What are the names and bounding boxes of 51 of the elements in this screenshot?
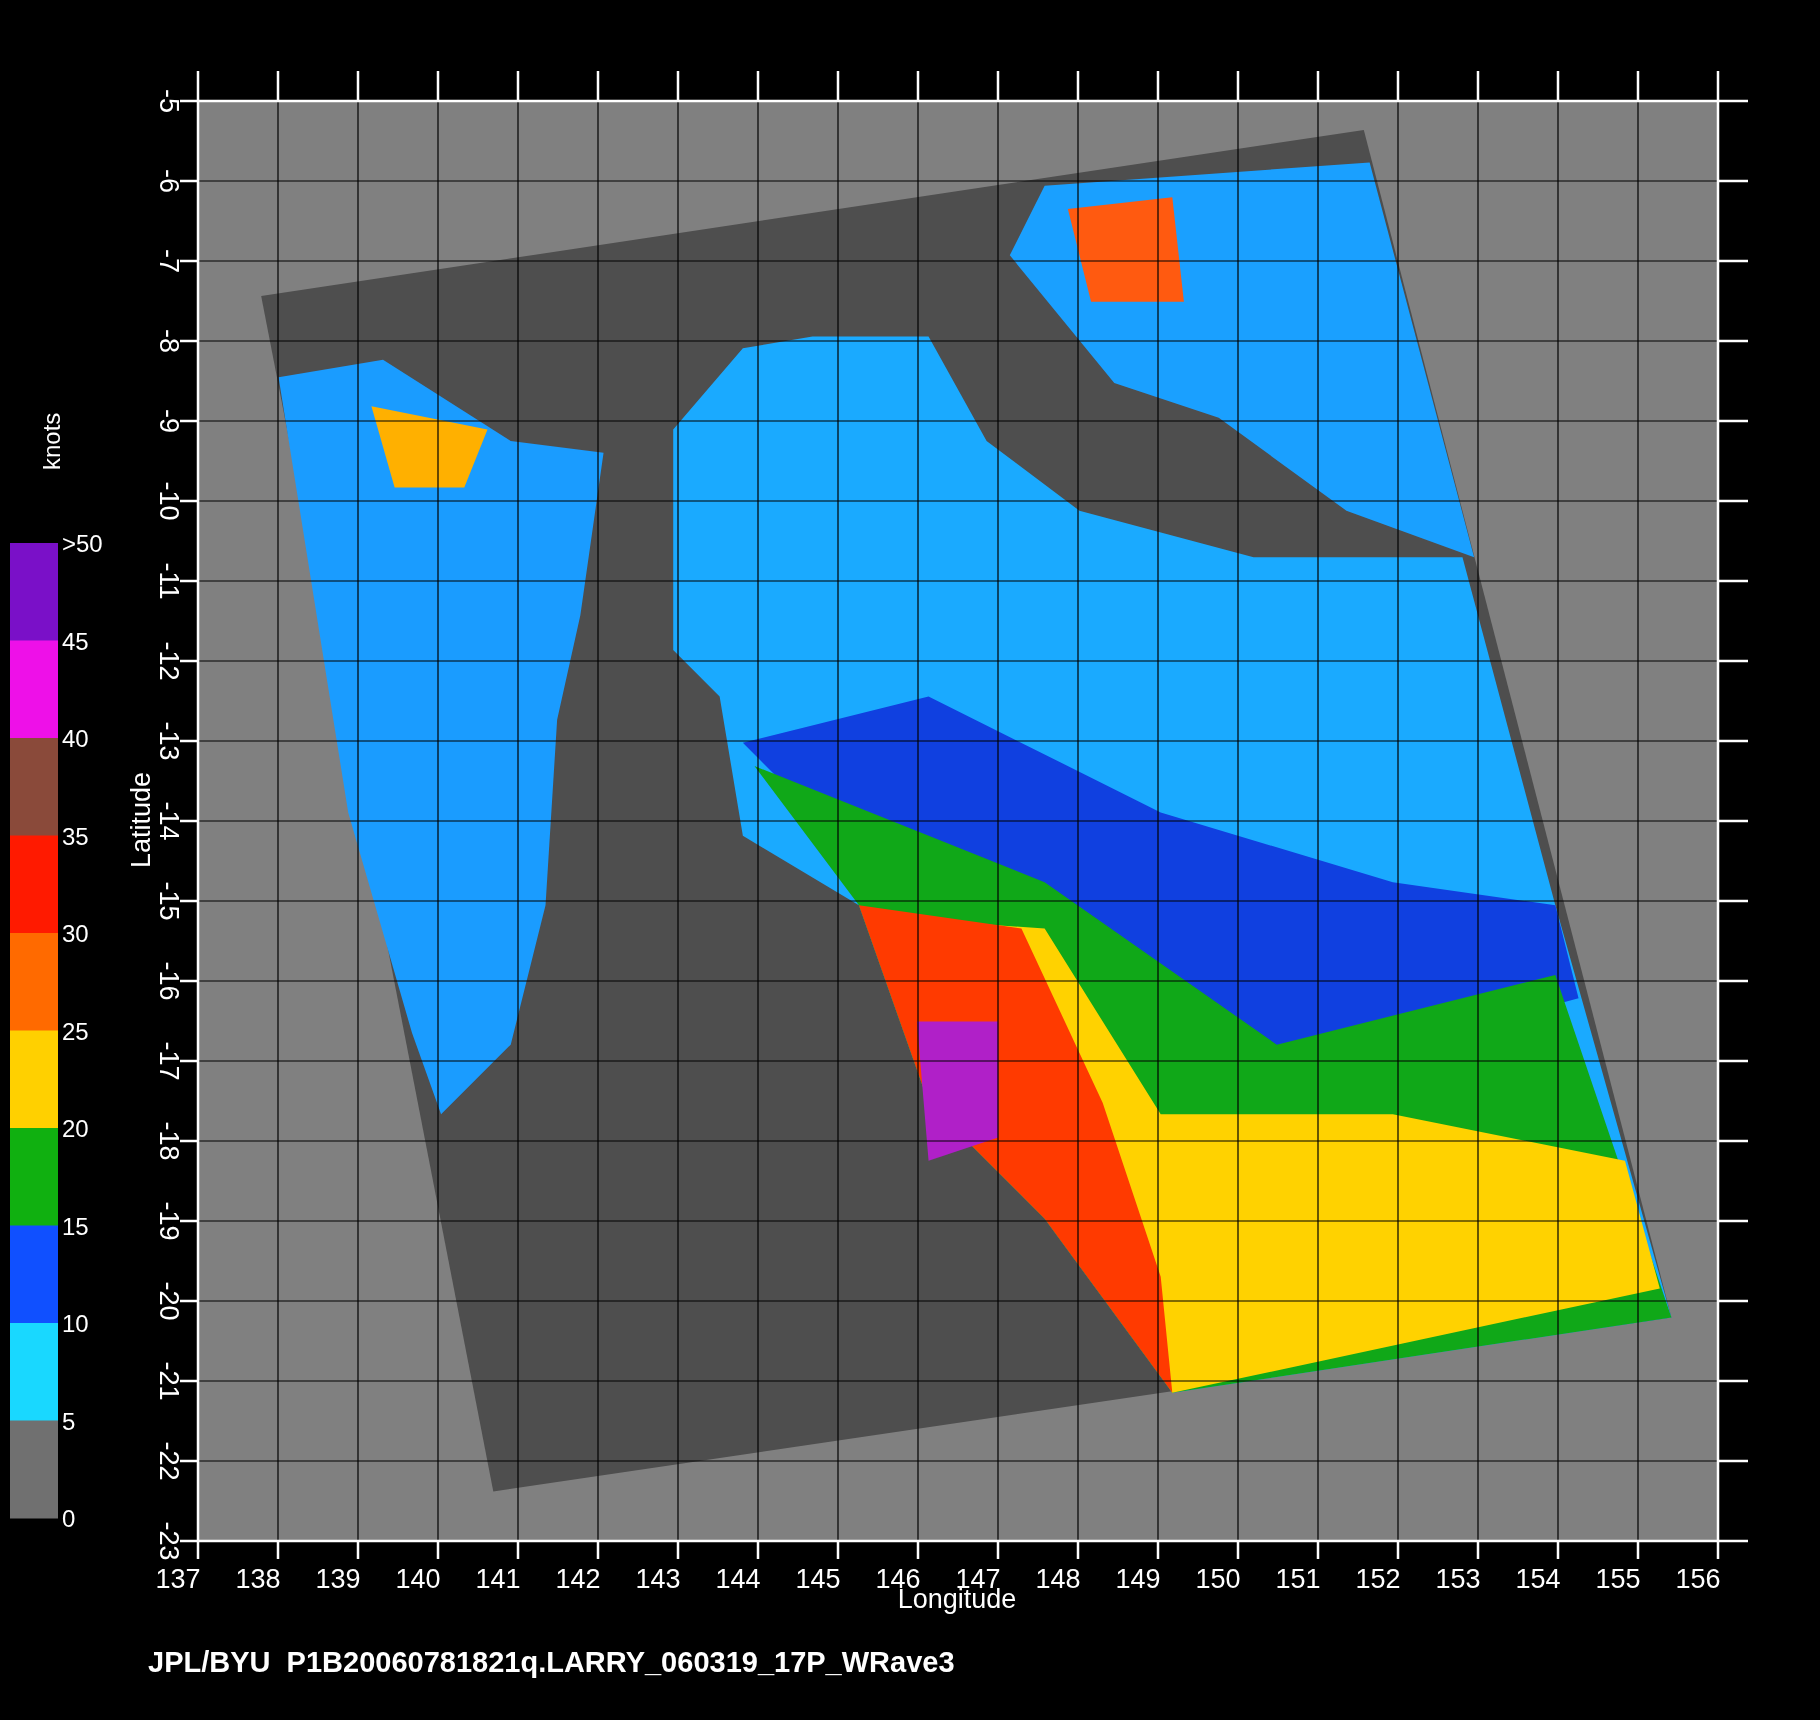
x-tick-label: 137: [155, 1564, 201, 1594]
x-tick-label: 142: [555, 1564, 601, 1594]
x-tick-label: 138: [235, 1564, 281, 1594]
colorbar-label: 40: [62, 725, 89, 752]
x-tick-label: 148: [1035, 1564, 1081, 1594]
colorbar-label: 30: [62, 920, 89, 947]
colorbar-label: 35: [62, 822, 89, 850]
y-tick-label: -18: [154, 1121, 184, 1161]
y-tick-label: -22: [154, 1441, 184, 1481]
colorbar-unit: knots: [38, 412, 65, 470]
x-tick-label: 155: [1595, 1564, 1641, 1594]
colorbar-label: 5: [62, 1407, 76, 1435]
colorbar-label: 10: [62, 1310, 89, 1337]
x-tick-label: 154: [1515, 1564, 1561, 1594]
y-tick-label: -17: [154, 1041, 184, 1081]
x-tick-label: 141: [475, 1564, 521, 1594]
y-tick-label: -20: [154, 1281, 184, 1321]
colorbar-label: >50: [62, 530, 103, 557]
y-tick-label: -23: [154, 1521, 184, 1561]
y-tick-label: -5: [154, 89, 184, 113]
x-tick-label: 151: [1275, 1564, 1321, 1594]
y-tick-label: -16: [154, 961, 184, 1001]
y-tick-label: -21: [154, 1361, 184, 1401]
x-tick-label: 149: [1115, 1564, 1161, 1594]
x-tick-label: 143: [635, 1564, 681, 1594]
colorbar-label: 45: [62, 627, 89, 655]
x-tick-label: 145: [795, 1564, 841, 1594]
colorbar-label: 0: [62, 1505, 76, 1532]
y-tick-label: -14: [154, 801, 184, 841]
x-tick-label: 150: [1195, 1564, 1241, 1594]
colorbar-label: 25: [62, 1017, 89, 1045]
colorbar-label: 15: [62, 1212, 89, 1240]
y-tick-label: -15: [154, 881, 184, 921]
y-tick-label: -8: [154, 329, 184, 353]
x-tick-label: 139: [315, 1564, 361, 1594]
y-tick-label: -11: [154, 562, 184, 600]
x-tick-label: 153: [1435, 1564, 1481, 1594]
x-tick-label: 156: [1675, 1564, 1721, 1594]
y-tick-label: -9: [154, 409, 184, 433]
x-tick-label: 152: [1355, 1564, 1401, 1594]
figure-caption: JPL/BYU P1B20060781821q.LARRY_060319_17P_WRave3: [148, 1646, 955, 1678]
y-tick-label: -13: [154, 721, 184, 761]
x-tick-label: 144: [715, 1564, 761, 1594]
x-tick-label: 140: [395, 1564, 441, 1594]
colorbar-label: 20: [62, 1115, 89, 1142]
y-tick-label: -12: [154, 641, 184, 681]
y-tick-label: -7: [154, 249, 184, 273]
y-tick-label: -19: [154, 1201, 184, 1241]
y-tick-label: -6: [154, 169, 184, 193]
y-axis-title: Latitude: [126, 771, 156, 869]
y-tick-label: -10: [154, 481, 184, 521]
